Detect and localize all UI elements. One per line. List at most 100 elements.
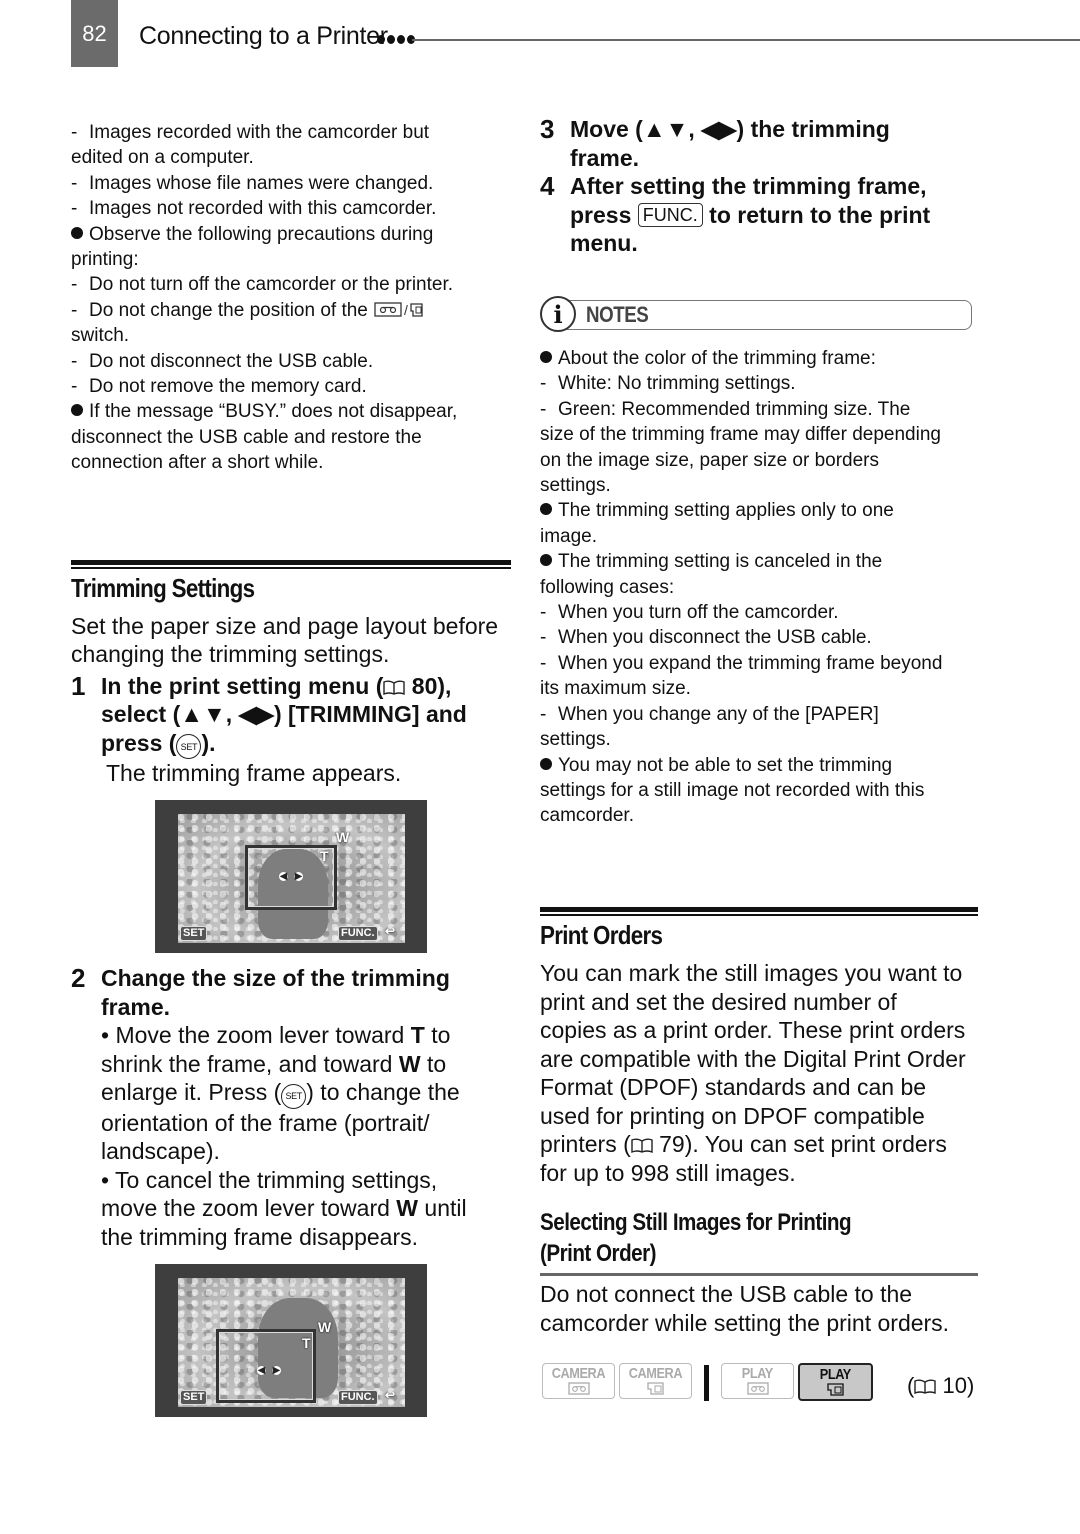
dash-marker: - bbox=[540, 373, 547, 395]
w-indicator: W bbox=[318, 1319, 332, 1335]
list-item: The trimming setting applies only to one… bbox=[540, 500, 894, 547]
dash-marker: - bbox=[71, 274, 78, 296]
step-1-result: The trimming frame appears. bbox=[106, 760, 402, 787]
book-reference-icon bbox=[383, 680, 406, 695]
book-reference-icon bbox=[914, 1379, 937, 1394]
mode-camera-tape: CAMERA bbox=[542, 1363, 615, 1399]
list-item: - Images whose file names were changed. bbox=[71, 171, 511, 196]
trimming-settings-title: Trimming Settings bbox=[71, 572, 255, 603]
section-rule bbox=[540, 907, 978, 916]
mode-page-reference: ( 10) bbox=[907, 1373, 975, 1398]
mode-separator bbox=[704, 1365, 709, 1401]
print-orders-title: Print Orders bbox=[540, 920, 663, 950]
left-column: - Images recorded with the camcorder but e… bbox=[71, 120, 511, 788]
bullet-icon bbox=[540, 503, 552, 516]
step-3: 3 Move (▲▼, ◀▶) the trimming frame. bbox=[540, 114, 890, 171]
return-icon: ↩ bbox=[385, 1388, 396, 1402]
step-2: 2 Change the size of the trimming frame.… bbox=[71, 964, 511, 1251]
list-item: About the color of the trimming frame: bbox=[540, 346, 980, 371]
list-item: - Do not change the position of the / swit… bbox=[71, 298, 511, 349]
lcd-screenshot-trimming-frame: W T ◀ ▶ SET FUNC. ↩ bbox=[155, 800, 427, 953]
page-title: Connecting to a Printer bbox=[139, 22, 388, 50]
list-item: - Do not turn off the camcorder or the pr… bbox=[71, 272, 511, 297]
notes-list: About the color of the trimming frame: - W… bbox=[540, 346, 980, 829]
dash-marker: - bbox=[71, 122, 78, 143]
dash-marker: - bbox=[71, 172, 78, 194]
set-button-icon: SET bbox=[281, 1083, 307, 1109]
dash-marker: - bbox=[540, 602, 547, 624]
list-item: - Do not disconnect the USB cable. bbox=[71, 349, 511, 374]
selecting-still-images-body: Do not connect the USB cable to the camc… bbox=[540, 1281, 950, 1336]
step-2-bullet-1: • Move the zoom lever toward T to shrink… bbox=[101, 1022, 460, 1165]
tape-card-switch-icon: / bbox=[368, 300, 425, 321]
list-item: - When you disconnect the USB cable. bbox=[540, 625, 980, 650]
return-icon: ↩ bbox=[385, 924, 396, 938]
list-item: - Images not recorded with this camcorder… bbox=[71, 196, 511, 221]
list-item: If the message “BUSY.” does not disappea… bbox=[71, 401, 458, 474]
list-item: - When you turn off the camcorder. bbox=[540, 600, 980, 625]
book-reference-icon bbox=[631, 1138, 653, 1153]
step-1: 1 In the print setting menu ( 80), selec… bbox=[71, 672, 511, 788]
trimming-frame bbox=[216, 1329, 316, 1403]
tape-icon bbox=[746, 1382, 769, 1399]
lcd-set-label: SET bbox=[180, 926, 208, 941]
list-item: - Green: Recommended trimming size. The si… bbox=[540, 398, 941, 497]
lcd-set-label: SET bbox=[180, 1390, 208, 1405]
set-button-icon: SET bbox=[176, 734, 202, 760]
dash-marker: - bbox=[540, 398, 547, 420]
mode-play-tape: PLAY bbox=[721, 1363, 794, 1399]
right-arrow-icon: ▶ bbox=[272, 1365, 281, 1376]
info-icon: i bbox=[540, 296, 576, 332]
list-item: You may not be able to set the trimming s… bbox=[540, 754, 925, 827]
func-button-icon: FUNC. bbox=[637, 202, 703, 227]
mode-indicators: CAMERA CAMERA PLAY PLAY ( 10) bbox=[542, 1363, 974, 1401]
mode-play-card: PLAY bbox=[798, 1363, 873, 1401]
right-column: 3 Move (▲▼, ◀▶) the trimming frame. 4 Af… bbox=[540, 115, 980, 258]
step-number: 1 bbox=[71, 670, 86, 701]
dash-marker: - bbox=[71, 376, 78, 398]
bullet-icon bbox=[71, 404, 83, 417]
memory-card-icon bbox=[826, 1383, 845, 1400]
list-item: - Do not remove the memory card. bbox=[71, 374, 511, 399]
page-number: 82 bbox=[71, 0, 118, 67]
notes-header: i NOTES bbox=[540, 296, 972, 332]
bullet-icon bbox=[540, 351, 552, 363]
selecting-still-images-title: Selecting Still Images for Printing (Pri… bbox=[540, 1209, 852, 1267]
step-2-block: 2 Change the size of the trimming frame.… bbox=[71, 964, 511, 1251]
lcd-screenshot-resized-frame: W T ◀ ▶ SET FUNC. ↩ bbox=[155, 1264, 427, 1417]
left-arrow-icon: ◀ bbox=[279, 871, 288, 882]
list-item: - Images recorded with the camcorder but e… bbox=[71, 122, 430, 169]
list-item: The trimming setting is canceled in the f… bbox=[540, 551, 883, 598]
header-rule bbox=[412, 39, 1080, 41]
section-rule bbox=[71, 559, 511, 569]
list-item: Observe the following precautions during… bbox=[71, 223, 434, 271]
dash-marker: - bbox=[540, 652, 547, 674]
memory-card-icon bbox=[646, 1382, 665, 1399]
dash-marker: - bbox=[540, 627, 547, 649]
mode-camera-card: CAMERA bbox=[619, 1363, 692, 1399]
header-dots bbox=[377, 35, 415, 45]
dash-marker: - bbox=[71, 299, 78, 321]
left-arrow-icon: ◀ bbox=[257, 1365, 266, 1376]
bullet-icon bbox=[71, 226, 83, 239]
step-2-bullet-2: • To cancel the trimming settings, move … bbox=[101, 1166, 467, 1250]
lcd-func-label: FUNC. bbox=[338, 1390, 378, 1405]
w-indicator: W bbox=[336, 829, 350, 845]
lcd-func-label: FUNC. bbox=[338, 926, 378, 941]
trimming-intro: Set the paper size and page layout befor… bbox=[71, 612, 499, 668]
step-4: 4 After setting the trimming frame, pres… bbox=[540, 171, 931, 256]
print-orders-section: Print Orders You can mark the still imag… bbox=[540, 907, 978, 1337]
precautions-list: - Images recorded with the camcorder but e… bbox=[71, 120, 511, 476]
list-item: - White: No trimming settings. bbox=[540, 371, 980, 396]
right-arrow-icon: ▶ bbox=[294, 871, 303, 882]
dash-marker: - bbox=[540, 703, 547, 725]
dash-marker: - bbox=[71, 350, 78, 372]
bullet-icon bbox=[540, 757, 552, 770]
bullet-icon bbox=[540, 554, 552, 567]
list-item: - When you change any of the [PAPER] setti… bbox=[540, 703, 879, 751]
print-orders-body: You can mark the still images you want t… bbox=[540, 960, 966, 1186]
notes-label: NOTES bbox=[586, 302, 649, 327]
t-indicator: T bbox=[302, 1335, 311, 1351]
t-indicator: T bbox=[320, 848, 329, 864]
dash-marker: - bbox=[71, 198, 78, 220]
